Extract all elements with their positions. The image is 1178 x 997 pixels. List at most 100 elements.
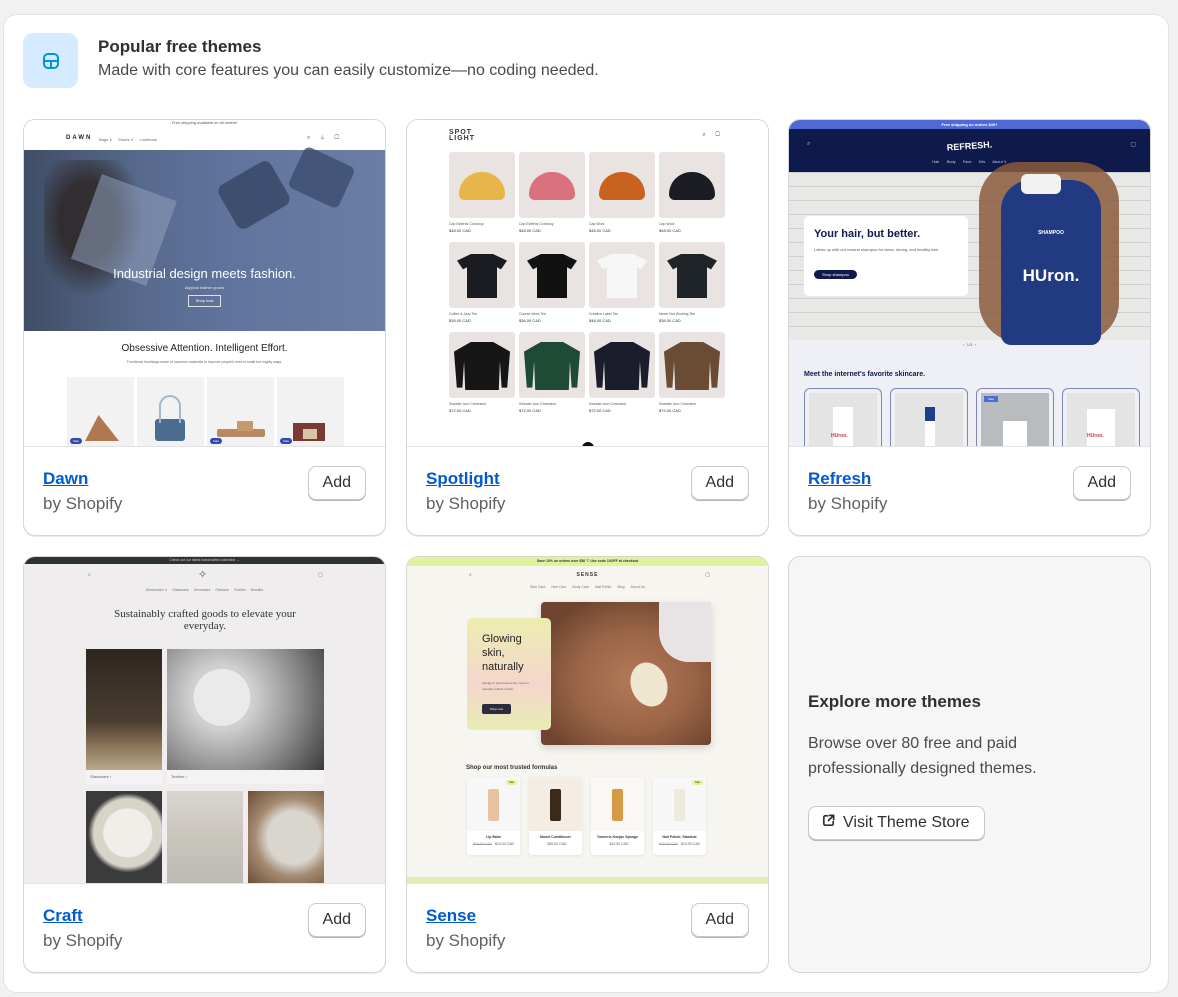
product-tile: Creative Label Tee $48.00 CAD (589, 242, 655, 332)
product-image (167, 791, 243, 883)
product-title: Sweater Icon Crewneck (449, 402, 486, 406)
product-price: $48.00 CAD (519, 228, 541, 233)
theme-link-refresh[interactable]: Refresh (808, 469, 871, 489)
sale-badge: Sale (691, 780, 703, 785)
product-title: Cap Wool (659, 222, 675, 226)
theme-preview-spotlight[interactable]: SPOT LIGHT ⌕ ▢ Cap Elderbs Corduroy $48.0… (407, 120, 768, 447)
product-image (659, 242, 725, 308)
product-image (589, 242, 655, 308)
store-logo-icon: ✧ (198, 569, 208, 581)
product-image (589, 332, 655, 398)
add-theme-button[interactable]: Add (690, 903, 749, 937)
collection-image (167, 649, 324, 770)
theme-layout-icon (23, 33, 78, 88)
store-nav: Skin Care Hair Care Body Care Nail Polish Bl… (530, 585, 645, 589)
product-price: $72.00 CAD (519, 408, 541, 413)
product-price: $30.00 CAD (547, 842, 567, 846)
nav-item: Shoes ∨ (118, 137, 134, 142)
cap-shape (529, 172, 575, 200)
product-tile: Sweater Icon Crewneck $72.00 CAD (659, 332, 725, 422)
product-tile (890, 388, 968, 446)
add-theme-button[interactable]: Add (1072, 466, 1131, 500)
theme-card-sense: Save 10% on orders over $50 ♡ Use code 1… (406, 556, 769, 973)
product-object (550, 789, 561, 821)
product-price: $48.00 CAD (449, 228, 471, 233)
theme-author: by Shopify (43, 931, 123, 950)
product-price: $18.00 CAD $14.00 CAD (472, 842, 515, 846)
product-tile: Cap Wool $48.00 CAD (589, 152, 655, 242)
theme-preview-refresh[interactable]: Free shipping on orders $40+ ⌕ REFRESH. … (789, 120, 1150, 447)
product-image: Sale (467, 777, 520, 831)
cap-shape (599, 172, 645, 200)
product-tile: Sweater Icon Crewneck $72.00 CAD (449, 332, 515, 422)
product-price: $36.00 CAD (449, 318, 471, 323)
product-image (529, 777, 582, 831)
garment-shape (454, 342, 510, 390)
product-image (86, 791, 162, 883)
visit-theme-store-button[interactable]: Visit Theme Store (808, 806, 985, 840)
theme-preview-craft[interactable]: Check out our latest handcrafted collect… (24, 557, 385, 884)
explore-description: Browse over 80 free and paid professiona… (808, 735, 1037, 777)
add-theme-button[interactable]: Add (307, 466, 366, 500)
theme-preview-dawn[interactable]: Free shipping available on all orders! D… (24, 120, 385, 447)
product-grid: Cap Elderbs Corduroy $48.00 CAD Cap Elderb… (449, 152, 725, 422)
hero-card: Your hair, but better. Lather up with ou… (804, 216, 968, 296)
cart-icon: ▢ (705, 572, 710, 578)
product-object (488, 789, 499, 821)
product-image (659, 332, 725, 398)
theme-author: by Shopify (426, 931, 506, 950)
theme-card-spotlight: SPOT LIGHT ⌕ ▢ Cap Elderbs Corduroy $48.0… (406, 119, 769, 536)
slide-pager: ‹ 1/3 › (963, 342, 976, 347)
section-subtitle: Made with core features you can easily c… (98, 62, 599, 79)
section-heading: Shop our most trusted formulas (466, 765, 558, 771)
sale-badge: Sale (505, 780, 517, 785)
section-text: Functional handbags made of luxurious ma… (126, 360, 283, 364)
store-header-icons: ⌕ ♙ ▢ (306, 135, 343, 141)
search-icon: ⌕ (807, 141, 811, 147)
theme-link-dawn[interactable]: Dawn (43, 469, 88, 489)
collection-image (86, 649, 162, 770)
garment-shape (457, 254, 507, 298)
product-tile: Never Not Working Tee $36.00 CAD (659, 242, 725, 332)
product-card: Turmeric Konjac Sponge $14.00 CAD (591, 777, 644, 855)
product-image (519, 332, 585, 398)
product-price: $72.00 CAD (589, 408, 611, 413)
theme-link-sense[interactable]: Sense (426, 906, 476, 926)
product-tile: HUron. (804, 388, 882, 446)
product-image (248, 791, 324, 883)
add-theme-button[interactable]: Add (690, 466, 749, 500)
hero-title: Sustainably crafted goods to elevate you… (114, 608, 296, 632)
add-theme-button[interactable]: Add (307, 903, 366, 937)
theme-card-craft: Check out our latest handcrafted collect… (23, 556, 386, 973)
cart-icon: ▢ (318, 572, 323, 578)
product-title: Nail Polish: Stardust (662, 835, 697, 839)
nav-item: Bags ∨ (99, 137, 113, 142)
theme-link-craft[interactable]: Craft (43, 906, 83, 926)
product-title: Sweater Icon Crewneck (659, 402, 696, 406)
nav-item: Lookbook (139, 137, 157, 142)
hero-image (541, 602, 711, 745)
product-tile: Cap Elderbs Corduroy $48.00 CAD (449, 152, 515, 242)
product-price: $48.00 CAD (659, 228, 681, 233)
footer-band (407, 877, 768, 883)
cap-shape (459, 172, 505, 200)
theme-card-dawn: Free shipping available on all orders! D… (23, 119, 386, 536)
visit-theme-store-label: Visit Theme Store (843, 814, 970, 831)
section-heading: Meet the internet's favorite skincare. (804, 371, 926, 378)
product-tile: Sale (67, 377, 134, 446)
theme-preview-sense[interactable]: Save 10% on orders over $50 ♡ Use code 1… (407, 557, 768, 884)
product-title: Monoi Conditioner (540, 835, 571, 839)
product-price: $72.00 CAD (449, 408, 471, 413)
product-grid: Sale Lip Balm $18.00 CAD $14.00 CAD Monoi Co… (467, 777, 706, 855)
theme-link-spotlight[interactable]: Spotlight (426, 469, 500, 489)
announcement-bar: Check out our latest handcrafted collect… (24, 557, 385, 564)
product-tile (137, 377, 204, 446)
product-grid: HUron. Sale HUron. (804, 388, 1140, 446)
product-title: Cap Elderbs Corduroy (519, 222, 554, 226)
theme-author: by Shopify (426, 494, 506, 513)
product-price: $20.00 CAD $14.00 CAD (658, 842, 701, 846)
product-title: Coffee & Jazz Tee (449, 312, 478, 316)
product-image (449, 152, 515, 218)
popular-themes-panel: Popular free themes Made with core featu… (3, 14, 1169, 993)
product-object (612, 789, 623, 821)
